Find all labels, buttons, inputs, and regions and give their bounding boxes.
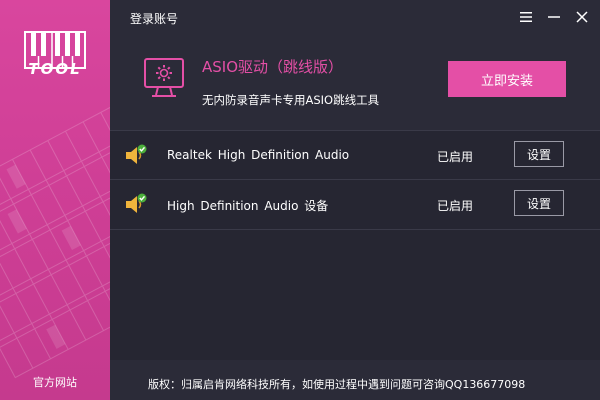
- title-bar: 登录账号: [110, 0, 600, 36]
- speaker-check-icon: [126, 144, 147, 164]
- close-button[interactable]: [570, 6, 594, 28]
- device-list: Realtek High Definition Audio 已启用 设置 Hig…: [110, 130, 600, 360]
- footer: 版权：归属启肯网络科技所有，如使用过程中遇到问题可咨询QQ136677098: [110, 364, 600, 400]
- menu-icon: [520, 12, 532, 22]
- device-status: 已启用: [437, 199, 474, 213]
- promo-description: 无内防录音声卡专用ASIO跳线工具: [202, 93, 380, 107]
- device-name: Realtek High Definition Audio: [167, 148, 350, 162]
- device-row: High Definition Audio 设备 已启用 设置: [110, 180, 600, 230]
- asio-promo-panel: ASIO驱动（跳线版） 无内防录音声卡专用ASIO跳线工具 立即安装: [110, 36, 600, 124]
- monitor-gear-icon: [144, 58, 184, 97]
- promo-title: ASIO驱动（跳线版）: [202, 58, 344, 76]
- speaker-check-icon: [126, 193, 147, 213]
- login-link[interactable]: 登录账号: [130, 10, 178, 27]
- settings-button[interactable]: 设置: [514, 190, 564, 216]
- app-window: TOOL 官方网站 登录账号 ASIO驱动（跳线版） 无内防录音声卡专用ASIO…: [0, 0, 600, 400]
- menu-button[interactable]: [514, 6, 538, 28]
- settings-button[interactable]: 设置: [514, 141, 564, 167]
- official-site-link[interactable]: 官方网站: [0, 374, 110, 390]
- close-icon: [576, 11, 588, 23]
- device-row: Realtek High Definition Audio 已启用 设置: [110, 130, 600, 180]
- device-name: High Definition Audio 设备: [167, 199, 329, 213]
- sidebar: TOOL 官方网站: [0, 0, 110, 400]
- logo-text: TOOL: [28, 60, 82, 78]
- minimize-button[interactable]: [542, 6, 566, 28]
- copyright-text: 版权：归属启肯网络科技所有，如使用过程中遇到问题可咨询QQ136677098: [148, 378, 526, 391]
- minimize-icon: [548, 16, 560, 18]
- device-status: 已启用: [437, 150, 474, 164]
- window-controls: [514, 6, 594, 28]
- install-button[interactable]: 立即安装: [448, 61, 566, 97]
